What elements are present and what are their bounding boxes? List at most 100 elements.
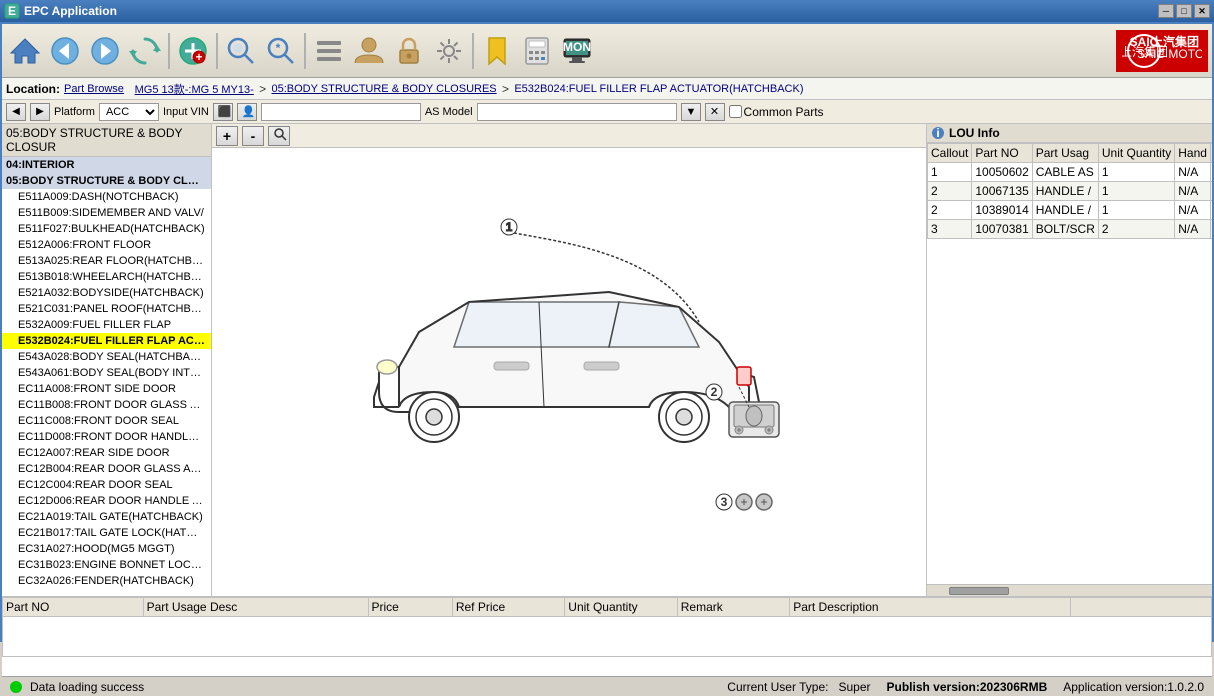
user-icon: [353, 35, 385, 67]
tree-item-ec31a027[interactable]: EC31A027:HOOD(MG5 MGGT): [2, 541, 211, 557]
tree-item-e543a028[interactable]: E543A028:BODY SEAL(HATCHBACK): [2, 349, 211, 365]
settings-icon: [433, 35, 465, 67]
tree-item-e513b018[interactable]: E513B018:WHEELARCH(HATCHBACI: [2, 269, 211, 285]
tree-item-ec21a019[interactable]: EC21A019:TAIL GATE(HATCHBACK): [2, 509, 211, 525]
cell-usage-3: HANDLE /: [1032, 201, 1098, 220]
tree-item-e532b024[interactable]: E532B024:FUEL FILLER FLAP ACTUA: [2, 333, 211, 349]
lou-scrollbar[interactable]: [927, 584, 1212, 596]
tree-view[interactable]: 04:INTERIOR 05:BODY STRUCTURE & BODY CLO…: [2, 157, 211, 596]
filter-btn-1[interactable]: ◀: [6, 103, 26, 121]
tree-item-e511b009[interactable]: E511B009:SIDEMEMBER AND VALV/: [2, 205, 211, 221]
sep-1: [168, 33, 170, 69]
lou-row-3[interactable]: 2 10389014 HANDLE / 1 N/A: [928, 201, 1213, 220]
zoom-in-button[interactable]: +: [216, 126, 238, 146]
user-button[interactable]: [350, 30, 388, 72]
tree-item-ec11c008[interactable]: EC11C008:FRONT DOOR SEAL: [2, 413, 211, 429]
search-button-2[interactable]: *: [262, 30, 300, 72]
lou-row-4[interactable]: 3 10070381 BOLT/SCR 2 N/A: [928, 220, 1213, 239]
calculator-button[interactable]: [518, 30, 556, 72]
as-model-clear[interactable]: ✕: [705, 103, 725, 121]
lou-info-icon: i: [931, 126, 945, 140]
svg-text:SAIC MOTOR: SAIC MOTOR: [1137, 47, 1202, 61]
lou-scroll[interactable]: Callout Part NO Part Usag Unit Quantity …: [927, 143, 1212, 584]
tree-item-ec12d006[interactable]: EC12D006:REAR DOOR HANDLE AN: [2, 493, 211, 509]
close-btn[interactable]: ✕: [1194, 4, 1210, 18]
filter-btn-2[interactable]: ▶: [30, 103, 50, 121]
refresh-button[interactable]: [126, 30, 164, 72]
sep-2: [216, 33, 218, 69]
tree-item-ec21b017[interactable]: EC21B017:TAIL GATE LOCK(HATCHB: [2, 525, 211, 541]
as-model-btn[interactable]: ▼: [681, 103, 701, 121]
tree-item-e532a009[interactable]: E532A009:FUEL FILLER FLAP: [2, 317, 211, 333]
tree-item-e521a032[interactable]: E521A032:BODYSIDE(HATCHBACK): [2, 285, 211, 301]
home-button[interactable]: [6, 30, 44, 72]
svg-text:+: +: [195, 50, 202, 64]
tree-item-ec12b004[interactable]: EC12B004:REAR DOOR GLASS AND: [2, 461, 211, 477]
tree-item-ec11d008[interactable]: EC11D008:FRONT DOOR HANDLE A: [2, 429, 211, 445]
cell-usage-1: CABLE AS: [1032, 163, 1098, 182]
col-part-usage: Part Usag: [1032, 144, 1098, 163]
maximize-btn[interactable]: □: [1176, 4, 1192, 18]
tree-item-ec11b008[interactable]: EC11B008:FRONT DOOR GLASS ANI: [2, 397, 211, 413]
tree-item-e543a061[interactable]: E543A061:BODY SEAL(BODY INTERI: [2, 365, 211, 381]
app-title: EPC Application: [24, 4, 117, 18]
cell-qty-4: 2: [1098, 220, 1174, 239]
platform-select[interactable]: ACC: [99, 103, 159, 121]
lou-row-1[interactable]: 1 10050602 CABLE AS 1 N/A: [928, 163, 1213, 182]
tree-item-e512a006[interactable]: E512A006:FRONT FLOOR: [2, 237, 211, 253]
title-bar: E EPC Application ─ □ ✕: [0, 0, 1214, 22]
vin-btn-2[interactable]: 👤: [237, 103, 257, 121]
svg-text:2: 2: [711, 385, 718, 399]
tree-item-04-interior[interactable]: 04:INTERIOR: [2, 157, 211, 173]
vin-input[interactable]: [261, 103, 421, 121]
as-model-input[interactable]: [477, 103, 677, 121]
status-message: Data loading success: [30, 680, 144, 694]
tree-item-ec12a007[interactable]: EC12A007:REAR SIDE DOOR: [2, 445, 211, 461]
input-vin-label: Input VIN: [163, 106, 209, 118]
common-parts-label: Common Parts: [729, 105, 824, 119]
search-button-1[interactable]: [222, 30, 260, 72]
mg-model-link[interactable]: MG5 13款-:MG 5 MY13-: [135, 81, 254, 97]
settings-button[interactable]: [430, 30, 468, 72]
tree-item-05-body[interactable]: 05:BODY STRUCTURE & BODY CLOSUR: [2, 173, 211, 189]
parts-col-price: Price: [368, 598, 452, 617]
zoom-out-button[interactable]: -: [242, 126, 264, 146]
diagram-area[interactable]: 1: [212, 148, 926, 596]
tools-button[interactable]: [310, 30, 348, 72]
tree-item-ec32a026[interactable]: EC32A026:FENDER(HATCHBACK): [2, 573, 211, 589]
part-browse-link[interactable]: Part Browse: [64, 83, 124, 95]
bookmark-button[interactable]: [478, 30, 516, 72]
tree-item-ec31b023[interactable]: EC31B023:ENGINE BONNET LOCK(M: [2, 557, 211, 573]
zoom-fit-button[interactable]: [268, 126, 290, 146]
tree-item-e511f027[interactable]: E511F027:BULKHEAD(HATCHBACK): [2, 221, 211, 237]
sep-loc-1: [126, 82, 133, 96]
status-right: Current User Type: Super Publish version…: [727, 680, 1204, 694]
lou-row-2[interactable]: 2 10067135 HANDLE / 1 N/A YY: [928, 182, 1213, 201]
forward-button[interactable]: [86, 30, 124, 72]
body-structure-link[interactable]: 05:BODY STRUCTURE & BODY CLOSURES: [271, 83, 496, 95]
minimize-btn[interactable]: ─: [1158, 4, 1174, 18]
monitor-icon: MON: [561, 35, 593, 67]
bookmark-icon: [481, 35, 513, 67]
svg-text:i: i: [936, 126, 939, 140]
cell-info-3: [1210, 201, 1212, 220]
tree-item-ec12c004[interactable]: EC12C004:REAR DOOR SEAL: [2, 477, 211, 493]
cell-info-4: [1210, 220, 1212, 239]
tree-item-ec11a008[interactable]: EC11A008:FRONT SIDE DOOR: [2, 381, 211, 397]
sep-loc-3: >: [499, 82, 513, 96]
tree-item-e511a009[interactable]: E511A009:DASH(NOTCHBACK): [2, 189, 211, 205]
cell-hand-2: N/A: [1175, 182, 1211, 201]
center-panel: + -: [212, 124, 927, 596]
monitor-button[interactable]: MON: [558, 30, 596, 72]
parts-col-remark: Remark: [677, 598, 789, 617]
back-button[interactable]: [46, 30, 84, 72]
sep-4: [472, 33, 474, 69]
as-model-label: AS Model: [425, 106, 473, 118]
tree-item-e521c031[interactable]: E521C031:PANEL ROOF(HATCHBACI: [2, 301, 211, 317]
tree-item-e513a025[interactable]: E513A025:REAR FLOOR(HATCHBACI: [2, 253, 211, 269]
add-button[interactable]: +: [174, 30, 212, 72]
vin-btn-1[interactable]: ⬛: [213, 103, 233, 121]
content-area: 05:BODY STRUCTURE & BODY CLOSUR 04:INTER…: [2, 124, 1212, 596]
lock-button[interactable]: [390, 30, 428, 72]
common-parts-checkbox[interactable]: [729, 105, 742, 118]
